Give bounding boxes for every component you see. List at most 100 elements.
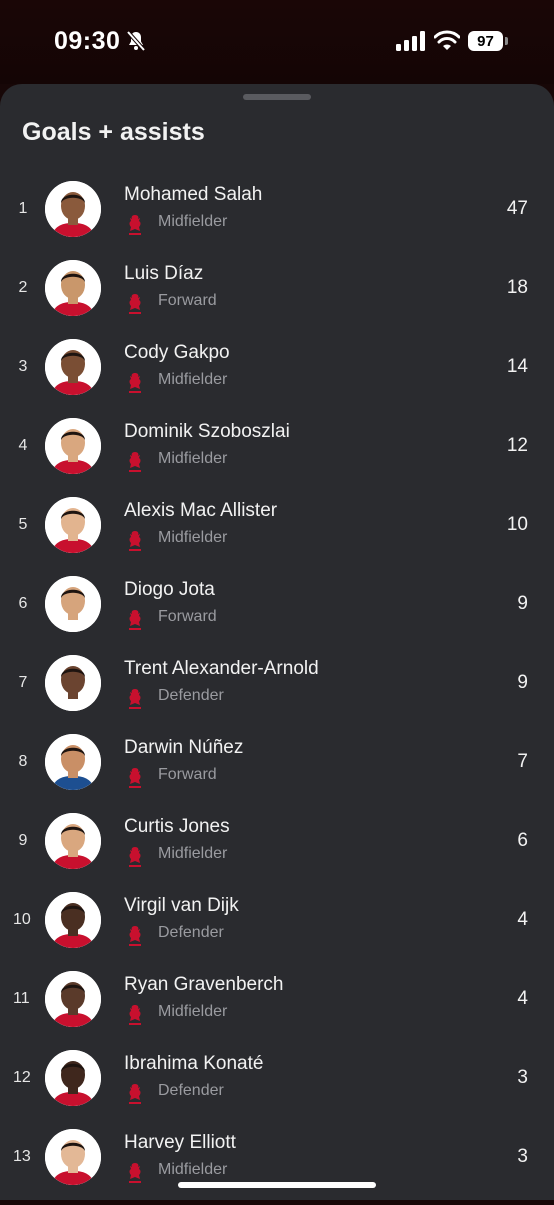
player-avatar — [45, 892, 101, 948]
player-position: Forward — [158, 608, 217, 625]
sheet-title: Goals + assists — [22, 118, 205, 146]
player-avatar — [45, 1129, 101, 1185]
status-time: 09:30 — [54, 27, 121, 55]
goals-assists-value: 47 — [506, 198, 528, 219]
player-avatar — [45, 576, 101, 632]
goals-assists-value: 4 — [517, 909, 528, 930]
bell-slash-icon — [126, 30, 146, 52]
player-position: Defender — [158, 687, 224, 704]
cellular-signal-icon — [396, 31, 425, 51]
player-avatar — [45, 181, 101, 237]
goals-assists-value: 14 — [506, 356, 528, 377]
player-row[interactable]: 8 Darwin Núñez Forward 7 — [0, 731, 554, 810]
goals-assists-value: 9 — [517, 672, 528, 693]
player-list: 1 Mohamed Salah Midfielder 47 2 Luis Díaz Forw… — [0, 178, 554, 1205]
player-name: Ryan Gravenberch — [124, 974, 284, 995]
player-position: Midfielder — [158, 845, 228, 862]
player-name: Luis Díaz — [124, 263, 204, 284]
player-avatar — [45, 418, 101, 474]
player-avatar — [45, 1050, 101, 1106]
player-row[interactable]: 7 Trent Alexander-Arnold Defender 9 — [0, 652, 554, 731]
goals-assists-value: 9 — [517, 593, 528, 614]
goals-assists-value: 3 — [517, 1146, 528, 1167]
player-row[interactable]: 12 Ibrahima Konaté Defender 3 — [0, 1047, 554, 1126]
player-avatar — [45, 655, 101, 711]
liverbird-crest-icon — [129, 294, 141, 314]
wifi-icon — [434, 30, 460, 50]
liverbird-crest-icon — [129, 1163, 141, 1183]
player-name: Virgil van Dijk — [124, 895, 239, 916]
status-bar: 09:30 97 — [0, 0, 554, 84]
player-name: Harvey Elliott — [124, 1132, 236, 1153]
player-name: Dominik Szoboszlai — [124, 421, 290, 442]
battery-cap — [505, 37, 508, 45]
player-rank: 1 — [18, 200, 28, 217]
player-position: Midfielder — [158, 371, 228, 388]
player-name: Ibrahima Konaté — [124, 1053, 264, 1074]
home-indicator[interactable] — [178, 1182, 376, 1188]
sheet-grabber[interactable] — [243, 94, 311, 100]
goals-assists-value: 7 — [517, 751, 528, 772]
player-rank: 10 — [13, 911, 31, 928]
player-row[interactable]: 9 Curtis Jones Midfielder 6 — [0, 810, 554, 889]
player-position: Forward — [158, 766, 217, 783]
battery-indicator: 97 — [468, 31, 508, 51]
player-position: Midfielder — [158, 1161, 228, 1178]
player-avatar — [45, 497, 101, 553]
liverbird-crest-icon — [129, 847, 141, 867]
liverbird-crest-icon — [129, 215, 141, 235]
player-rank: 13 — [13, 1148, 31, 1165]
player-rank: 6 — [18, 595, 28, 612]
player-position: Midfielder — [158, 529, 228, 546]
liverbird-crest-icon — [129, 1084, 141, 1104]
player-row[interactable]: 2 Luis Díaz Forward 18 — [0, 257, 554, 336]
player-row[interactable]: 10 Virgil van Dijk Defender 4 — [0, 889, 554, 968]
player-position: Forward — [158, 292, 217, 309]
player-name: Cody Gakpo — [124, 342, 230, 363]
player-rank: 2 — [18, 279, 28, 296]
liverbird-crest-icon — [129, 768, 141, 788]
player-row[interactable]: 4 Dominik Szoboszlai Midfielder 12 — [0, 415, 554, 494]
player-name: Diogo Jota — [124, 579, 215, 600]
goals-assists-value: 3 — [517, 1067, 528, 1088]
player-row[interactable]: 5 Alexis Mac Allister Midfielder 10 — [0, 494, 554, 573]
liverbird-crest-icon — [129, 689, 141, 709]
player-avatar — [45, 813, 101, 869]
player-position: Defender — [158, 1082, 224, 1099]
goals-assists-value: 6 — [517, 830, 528, 851]
liverbird-crest-icon — [129, 1005, 141, 1025]
player-rank: 4 — [18, 437, 28, 454]
bottom-sheet: Goals + assists 1 Mohamed Salah Midfielder… — [0, 84, 554, 1200]
liverbird-crest-icon — [129, 926, 141, 946]
goals-assists-value: 12 — [506, 435, 528, 456]
liverbird-crest-icon — [129, 452, 141, 472]
player-row[interactable]: 11 Ryan Gravenberch Midfielder 4 — [0, 968, 554, 1047]
player-rank: 9 — [18, 832, 28, 849]
player-row[interactable]: 13 Harvey Elliott Midfielder 3 — [0, 1126, 554, 1205]
player-row[interactable]: 1 Mohamed Salah Midfielder 47 — [0, 178, 554, 257]
player-name: Alexis Mac Allister — [124, 500, 278, 521]
player-position: Midfielder — [158, 1003, 228, 1020]
player-name: Mohamed Salah — [124, 184, 263, 205]
player-rank: 8 — [18, 753, 28, 770]
player-rank: 5 — [18, 516, 28, 533]
player-row[interactable]: 3 Cody Gakpo Midfielder 14 — [0, 336, 554, 415]
player-rank: 12 — [13, 1069, 31, 1086]
goals-assists-value: 4 — [517, 988, 528, 1009]
player-avatar — [45, 260, 101, 316]
player-name: Darwin Núñez — [124, 737, 244, 758]
player-avatar — [45, 734, 101, 790]
player-avatar — [45, 971, 101, 1027]
player-row[interactable]: 6 Diogo Jota Forward 9 — [0, 573, 554, 652]
liverbird-crest-icon — [129, 373, 141, 393]
liverbird-crest-icon — [129, 610, 141, 630]
player-rank: 11 — [13, 990, 30, 1007]
player-name: Trent Alexander-Arnold — [124, 658, 319, 679]
player-position: Midfielder — [158, 213, 228, 230]
battery-level: 97 — [468, 31, 503, 51]
player-position: Defender — [158, 924, 224, 941]
player-rank: 7 — [18, 674, 28, 691]
goals-assists-value: 10 — [506, 514, 528, 535]
player-rank: 3 — [18, 358, 28, 375]
liverbird-crest-icon — [129, 531, 141, 551]
